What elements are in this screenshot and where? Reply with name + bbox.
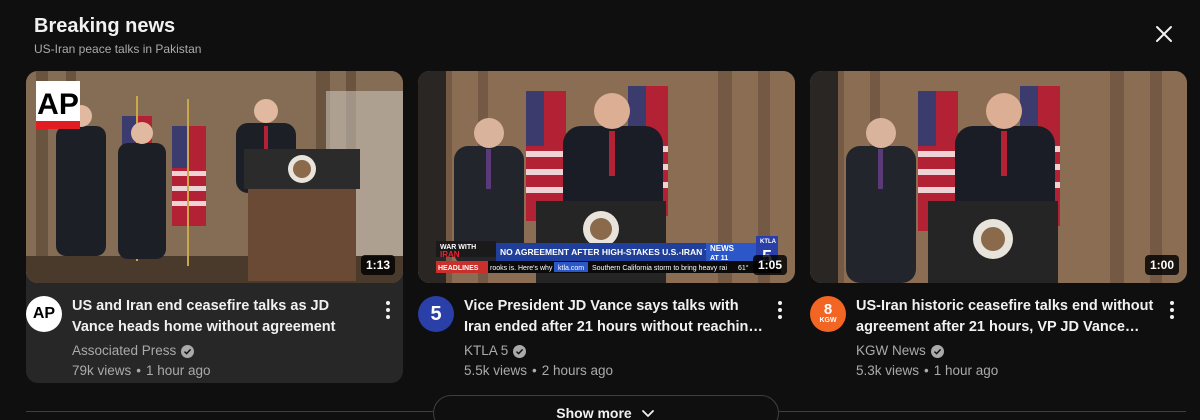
channel-name-row[interactable]: KGW News bbox=[856, 342, 944, 360]
avatar-text: 8 bbox=[823, 301, 833, 318]
video-shelf: AP 1:13 AP US and Iran end ceasefire tal… bbox=[26, 71, 1187, 383]
close-icon bbox=[1156, 26, 1172, 42]
verified-check-icon bbox=[513, 344, 527, 358]
more-vert-icon[interactable] bbox=[770, 298, 790, 322]
section-subtitle: US-Iran peace talks in Pakistan bbox=[34, 42, 202, 56]
video-meta: AP US and Iran end ceasefire talks as JD… bbox=[26, 296, 403, 381]
close-button[interactable] bbox=[1152, 22, 1176, 46]
upload-age: 2 hours ago bbox=[541, 363, 614, 378]
video-meta: 5 Vice President JD Vance says talks wit… bbox=[418, 296, 795, 381]
video-title[interactable]: US-Iran historic ceasefire talks end wit… bbox=[856, 296, 1156, 338]
ticker-station: KTLA bbox=[760, 239, 777, 245]
video-duration: 1:00 bbox=[1144, 255, 1179, 275]
avatar-text: 5 bbox=[430, 302, 442, 325]
ticker-site: ktla.com bbox=[558, 265, 584, 272]
channel-name[interactable]: KGW News bbox=[856, 342, 926, 360]
thumbnail-image: WAR WITH IRAN NO AGREEMENT AFTER HIGH-ST… bbox=[418, 71, 795, 283]
channel-avatar[interactable]: AP bbox=[26, 296, 62, 332]
ticker-news-time: AT 11 bbox=[710, 255, 728, 262]
ticker-headline: NO AGREEMENT AFTER HIGH-STAKES U.S.-IRAN… bbox=[500, 247, 733, 257]
divider-right bbox=[779, 411, 1186, 412]
show-more-label: Show more bbox=[556, 405, 632, 420]
verified-check-icon bbox=[181, 344, 195, 358]
ticker-crawl-2: Southern California storm to bring heavy… bbox=[592, 265, 727, 272]
video-meta: 8 KGW US-Iran historic ceasefire talks e… bbox=[810, 296, 1187, 381]
video-card[interactable]: WAR WITH IRAN NO AGREEMENT AFTER HIGH-ST… bbox=[418, 71, 795, 383]
ticker-news-label: NEWS bbox=[710, 244, 735, 253]
channel-name-row[interactable]: Associated Press bbox=[72, 342, 195, 360]
upload-age: 1 hour ago bbox=[146, 363, 211, 378]
video-duration: 1:13 bbox=[360, 255, 395, 275]
channel-name[interactable]: Associated Press bbox=[72, 342, 176, 360]
video-title[interactable]: Vice President JD Vance says talks with … bbox=[464, 296, 764, 338]
video-thumbnail[interactable]: 1:00 bbox=[810, 71, 1187, 283]
more-vert-icon[interactable] bbox=[378, 298, 398, 322]
more-vert-icon[interactable] bbox=[1162, 298, 1182, 322]
channel-avatar[interactable]: 8 KGW bbox=[810, 296, 846, 332]
show-more-button[interactable]: Show more bbox=[433, 395, 779, 420]
view-count: 5.5k views bbox=[464, 363, 528, 378]
ticker-tag-bottom: HEADLINES bbox=[438, 265, 479, 272]
video-duration: 1:05 bbox=[752, 255, 787, 275]
ap-logo-text: AP bbox=[37, 88, 79, 121]
divider-left bbox=[26, 411, 433, 412]
channel-avatar[interactable]: 5 bbox=[418, 296, 454, 332]
verified-check-icon bbox=[930, 344, 944, 358]
channel-name[interactable]: KTLA 5 bbox=[464, 342, 508, 360]
video-card[interactable]: AP 1:13 AP US and Iran end ceasefire tal… bbox=[26, 71, 403, 383]
view-count: 5.3k views bbox=[856, 363, 920, 378]
video-title[interactable]: US and Iran end ceasefire talks as JD Va… bbox=[72, 296, 372, 338]
video-stats: 79k views • 1 hour ago bbox=[72, 363, 211, 378]
video-card[interactable]: 1:00 8 KGW US-Iran historic ceasefire ta… bbox=[810, 71, 1187, 383]
ticker-crawl: rooks is. Here's why bbox=[490, 265, 553, 272]
ticker-tag-mid: IRAN bbox=[440, 250, 460, 259]
chevron-down-icon bbox=[641, 410, 654, 417]
video-thumbnail[interactable]: WAR WITH IRAN NO AGREEMENT AFTER HIGH-ST… bbox=[418, 71, 795, 283]
breaking-news-header: Breaking news US-Iran peace talks in Pak… bbox=[34, 14, 201, 56]
avatar-text: AP bbox=[32, 305, 56, 322]
video-thumbnail[interactable]: AP 1:13 bbox=[26, 71, 403, 283]
ticker-temp: 61° bbox=[738, 264, 749, 272]
section-title: Breaking news bbox=[34, 15, 176, 37]
video-stats: 5.3k views • 1 hour ago bbox=[856, 363, 999, 378]
channel-name-row[interactable]: KTLA 5 bbox=[464, 342, 527, 360]
thumbnail-image bbox=[810, 71, 1187, 283]
avatar-subtext: KGW bbox=[819, 317, 837, 324]
video-stats: 5.5k views • 2 hours ago bbox=[464, 363, 614, 378]
thumbnail-image: AP bbox=[26, 71, 403, 283]
upload-age: 1 hour ago bbox=[933, 363, 999, 378]
view-count: 79k views bbox=[72, 363, 132, 378]
